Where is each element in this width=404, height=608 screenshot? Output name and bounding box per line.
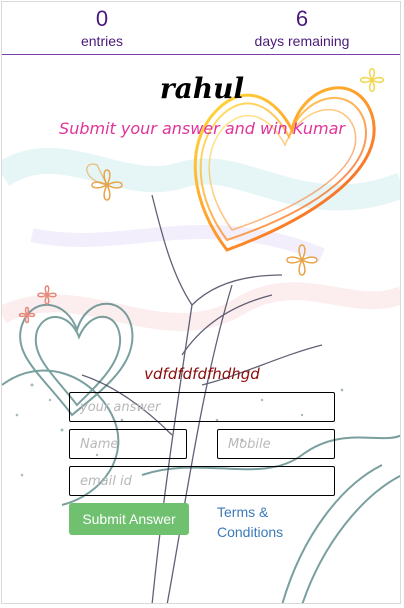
entries-count: 0	[95, 6, 109, 31]
entries-label: entries	[80, 33, 124, 49]
contest-subtitle: Submit your answer and win Kumar	[59, 119, 345, 138]
days-remaining-stat: 6 days remaining	[222, 6, 382, 50]
entries-stat: 0 entries	[22, 6, 182, 50]
terms-conditions-link[interactable]: Terms & Conditions	[217, 502, 317, 542]
submit-answer-button[interactable]: Submit Answer	[69, 503, 189, 535]
email-input[interactable]	[69, 466, 335, 496]
stats-bar: 0 entries 6 days remaining	[2, 2, 400, 55]
days-count: 6	[295, 6, 309, 31]
contest-question: vdfdfdfdfhdhgd	[144, 365, 260, 383]
name-input[interactable]	[69, 429, 187, 459]
answer-input[interactable]	[69, 392, 335, 422]
contest-title: rahul	[159, 72, 245, 105]
days-label: days remaining	[254, 33, 350, 49]
mobile-input[interactable]	[217, 429, 335, 459]
contest-card: 0 entries 6 days remaining rahul Submit …	[1, 1, 401, 604]
